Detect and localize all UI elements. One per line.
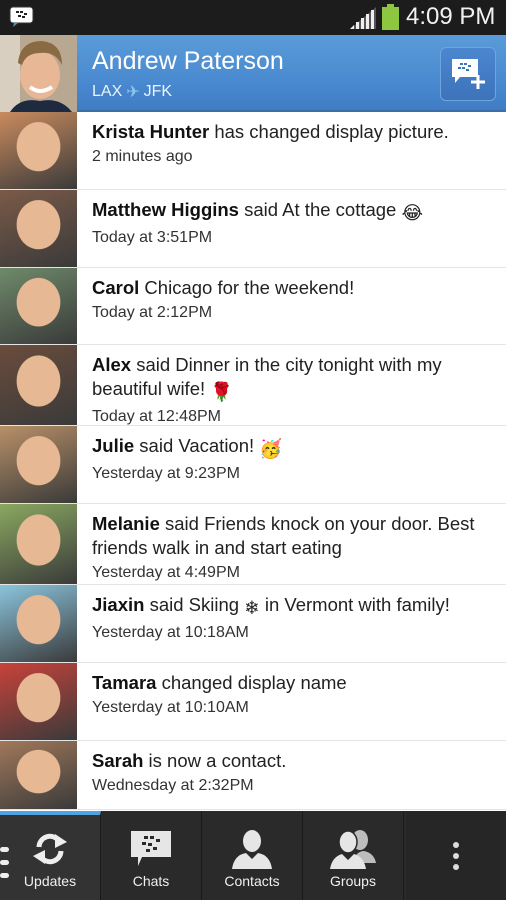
tab-contacts[interactable]: Contacts [202, 811, 303, 900]
contact-avatar[interactable] [0, 504, 77, 584]
person-icon [232, 830, 272, 869]
update-body: said Skiing [144, 594, 245, 615]
more-vertical-icon [453, 841, 459, 870]
update-message: Julie said Vacation! 🥳 [92, 434, 496, 461]
tab-label: Groups [330, 873, 376, 889]
contact-avatar[interactable] [0, 741, 77, 809]
update-timestamp: Wednesday at 2:32PM [92, 777, 254, 794]
update-list-item[interactable]: Julie said Vacation! 🥳 Yesterday at 9:23P… [0, 426, 506, 504]
update-text: Julie said Vacation! 🥳 Yesterday at 9:23P… [92, 434, 496, 483]
chat-bubble-icon [131, 831, 171, 866]
update-list-item[interactable]: Sarah is now a contact. Wednesday at 2:32… [0, 741, 506, 810]
contact-avatar[interactable] [0, 663, 77, 740]
update-list-item[interactable]: Alex said Dinner in the city tonight wit… [0, 345, 506, 426]
update-timestamp: Today at 12:48PM [92, 408, 221, 425]
update-message: Melanie said Friends knock on your door.… [92, 512, 496, 560]
update-text: Krista Hunter has changed display pictur… [92, 120, 496, 166]
route-from: LAX [92, 83, 123, 100]
update-timestamp: Today at 3:51PM [92, 229, 213, 246]
update-message: Alex said Dinner in the city tonight wit… [92, 353, 496, 404]
tab-groups[interactable]: Groups [303, 811, 404, 900]
update-body: in Vermont with family! [259, 594, 450, 615]
profile-status: LAX ✈ JFK [92, 82, 172, 102]
drawer-handle-icon[interactable] [0, 845, 10, 881]
profile-name: Andrew Paterson [92, 47, 284, 75]
bottom-nav: Updates Chats Contacts Groups [0, 811, 506, 900]
contact-name: Sarah [92, 750, 144, 771]
battery-icon [382, 4, 399, 30]
route-to: JFK [143, 83, 173, 100]
tab-label: Updates [23, 873, 77, 889]
update-list-item[interactable]: Krista Hunter has changed display pictur… [0, 112, 506, 190]
emoticon-icon: 😂 [401, 202, 424, 223]
update-list-item[interactable]: Melanie said Friends knock on your door.… [0, 504, 506, 585]
contact-avatar[interactable] [0, 345, 77, 425]
tab-updates[interactable]: Updates [0, 811, 101, 900]
update-timestamp: 2 minutes ago [92, 148, 193, 165]
update-timestamp: Yesterday at 4:49PM [92, 564, 240, 581]
signal-icon [350, 7, 376, 29]
update-message: Jiaxin said Skiing ❄ in Vermont with fam… [92, 593, 496, 620]
update-list-item[interactable]: Matthew Higgins said At the cottage 😂 Tod… [0, 190, 506, 268]
contact-avatar[interactable] [0, 585, 77, 662]
refresh-icon [33, 833, 67, 865]
emoticon-icon: 🌹 [210, 381, 234, 402]
update-timestamp: Today at 2:12PM [92, 304, 213, 321]
update-body: changed display name [156, 672, 347, 693]
profile-header[interactable]: Andrew Paterson LAX ✈ JFK [0, 35, 506, 112]
update-text: Tamara changed display name Yesterday at … [92, 671, 496, 717]
airplane-icon: ✈ [126, 84, 140, 101]
contact-name: Melanie [92, 513, 160, 534]
tab-label: Contacts [224, 873, 280, 889]
update-timestamp: Yesterday at 9:23PM [92, 465, 240, 482]
update-message: Krista Hunter has changed display pictur… [92, 120, 496, 144]
update-body: said Vacation! [134, 435, 260, 456]
update-text: Jiaxin said Skiing ❄ in Vermont with fam… [92, 593, 496, 642]
update-timestamp: Yesterday at 10:18AM [92, 624, 249, 641]
update-list-item[interactable]: Carol Chicago for the weekend! Today at 2… [0, 268, 506, 345]
update-body: is now a contact. [143, 750, 287, 771]
emoticon-icon: ❄ [244, 597, 260, 618]
updates-list: Krista Hunter has changed display pictur… [0, 112, 506, 810]
contact-avatar[interactable] [0, 426, 77, 503]
contact-name: Jiaxin [92, 594, 145, 615]
update-timestamp: Yesterday at 10:10AM [92, 699, 249, 716]
people-icon [330, 830, 376, 869]
update-list-item[interactable]: Tamara changed display name Yesterday at … [0, 663, 506, 741]
update-body: said Dinner in the city tonight with my … [92, 354, 442, 399]
contact-avatar[interactable] [0, 112, 77, 189]
tab-label: Chats [132, 873, 170, 889]
update-text: Melanie said Friends knock on your door.… [92, 512, 496, 582]
status-bar: 4:09 PM [0, 0, 506, 35]
contact-name: Tamara [92, 672, 157, 693]
contact-name: Julie [92, 435, 135, 456]
contact-name: Matthew Higgins [92, 199, 239, 220]
tab-chats[interactable]: Chats [101, 811, 202, 900]
update-body: has changed display picture. [209, 121, 449, 142]
contact-name: Carol [92, 277, 140, 298]
update-text: Sarah is now a contact. Wednesday at 2:32… [92, 749, 496, 795]
bbm-notification-icon [9, 6, 34, 27]
update-message: Carol Chicago for the weekend! [92, 276, 496, 300]
contact-avatar[interactable] [0, 268, 77, 344]
update-text: Matthew Higgins said At the cottage 😂 Tod… [92, 198, 496, 247]
update-body: Chicago for the weekend! [139, 277, 355, 298]
update-message: Sarah is now a contact. [92, 749, 496, 773]
update-message: Tamara changed display name [92, 671, 496, 695]
new-chat-button[interactable] [440, 47, 496, 101]
emoticon-icon: 🥳 [259, 438, 283, 459]
contact-name: Alex [92, 354, 132, 375]
update-body: said At the cottage [238, 199, 402, 220]
contact-name: Krista Hunter [92, 121, 210, 142]
update-text: Carol Chicago for the weekend! Today at 2… [92, 276, 496, 322]
new-chat-icon [452, 59, 485, 89]
update-list-item[interactable]: Jiaxin said Skiing ❄ in Vermont with fam… [0, 585, 506, 663]
overflow-menu-button[interactable] [406, 811, 506, 900]
profile-avatar[interactable] [0, 35, 77, 112]
update-text: Alex said Dinner in the city tonight wit… [92, 353, 496, 426]
clock: 4:09 PM [406, 3, 496, 30]
contact-avatar[interactable] [0, 190, 77, 267]
update-message: Matthew Higgins said At the cottage 😂 [92, 198, 496, 225]
